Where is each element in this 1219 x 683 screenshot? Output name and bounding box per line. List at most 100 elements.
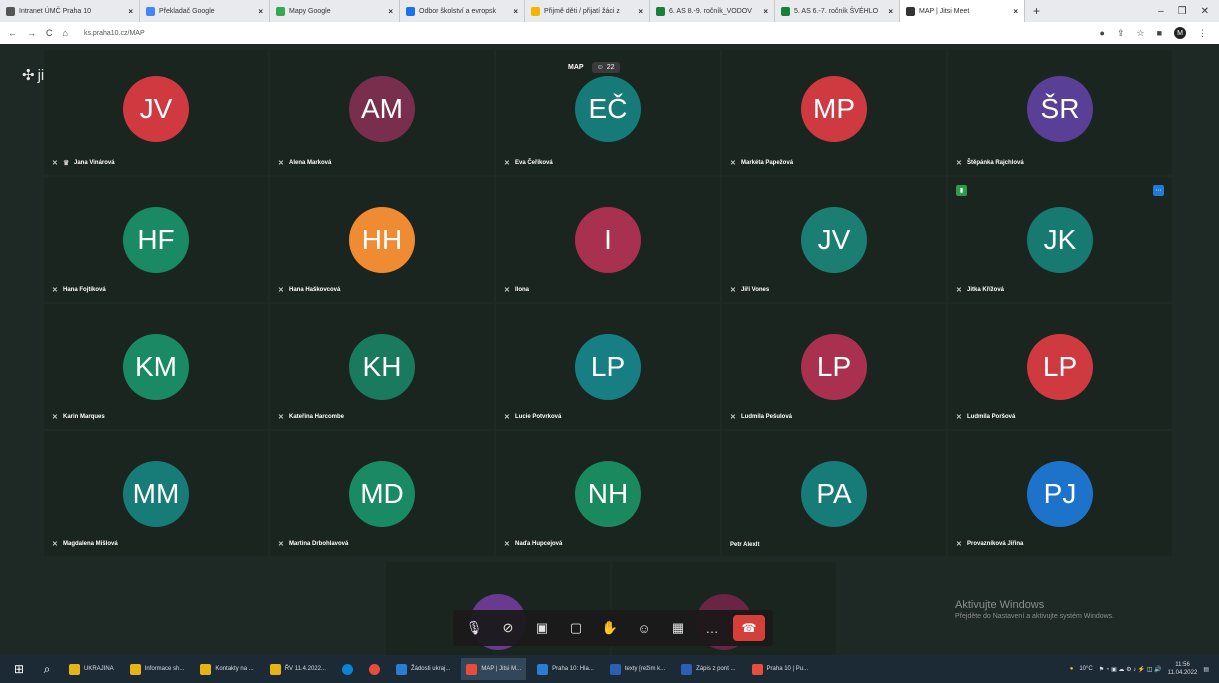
- tab-close-icon[interactable]: ×: [632, 7, 643, 16]
- taskbar-item[interactable]: UKRAJINA: [64, 658, 119, 680]
- record-icon[interactable]: ●: [1100, 28, 1105, 38]
- taskbar-item[interactable]: Informace sh...: [125, 658, 190, 680]
- participant-nameplate: ✕ Hana Fojtíková: [52, 286, 106, 294]
- participant-name: Alena Marková: [289, 160, 332, 166]
- mic-muted-icon: ✕: [504, 287, 510, 294]
- taskbar-item-label: Informace sh...: [144, 666, 185, 672]
- close-window-icon[interactable]: ✕: [1201, 6, 1209, 17]
- taskbar-item[interactable]: Praha 10: Hla...: [532, 658, 599, 680]
- participants-icon: ☺: [637, 620, 651, 636]
- participant-name: Hana Fojtíková: [63, 287, 106, 293]
- participant-tile[interactable]: PJ ✕ Provazníková Jiřina: [948, 431, 1172, 556]
- meeting-stage: ✣ jitsi JV✕♛Jana VinárováAM✕Alena Markov…: [0, 44, 1219, 655]
- tile-view-button[interactable]: ▦: [665, 615, 691, 641]
- participant-nameplate: ✕ Ludmila Poršová: [956, 413, 1015, 421]
- participant-nameplate: ✕ Lucie Potvrková: [504, 413, 561, 421]
- participant-tile[interactable]: JV ✕ Jiří Vones: [722, 177, 946, 302]
- tab-close-icon[interactable]: ×: [757, 7, 768, 16]
- taskbar-item[interactable]: MAP | Jitsi M...: [461, 658, 527, 680]
- participant-tile[interactable]: MP ✕ Markéta Papežová: [722, 50, 946, 175]
- moderator-icon: ♛: [63, 160, 70, 167]
- participant-tile[interactable]: HF ✕ Hana Fojtíková: [44, 177, 268, 302]
- back-icon[interactable]: ←: [8, 28, 17, 38]
- browser-tab[interactable]: Intranet ÚMČ Praha 10 ×: [0, 0, 140, 22]
- profile-avatar[interactable]: M: [1174, 27, 1186, 39]
- browser-tab[interactable]: Přijmě děti / přijatí žáci z ×: [525, 0, 650, 22]
- mic-muted-icon: ✕: [504, 160, 510, 167]
- tile-menu-icon[interactable]: ⋯: [1153, 185, 1164, 196]
- taskbar-item[interactable]: texty [režim k...: [605, 658, 670, 680]
- participants-button[interactable]: ☺: [631, 615, 657, 641]
- screenshare-button[interactable]: ▣: [529, 615, 555, 641]
- taskbar-item[interactable]: Kontakty na ...: [195, 658, 258, 680]
- participant-tile[interactable]: JV ✕ ♛ Jana Vinárová: [44, 50, 268, 175]
- participant-avatar: MM: [123, 461, 189, 527]
- participant-tile[interactable]: KH ✕ Kateřina Harcombe: [270, 304, 494, 429]
- participant-tile[interactable]: MD ✕ Martina Drbohlavová: [270, 431, 494, 556]
- participant-tile[interactable]: NH ✕ Naďa Hupcejová: [496, 431, 720, 556]
- tab-close-icon[interactable]: ×: [252, 7, 263, 16]
- participant-tile[interactable]: LP ✕ Ludmila Poršová: [948, 304, 1172, 429]
- participant-tile[interactable]: LP ✕ Ludmila Pešulová: [722, 304, 946, 429]
- taskbar-item[interactable]: Praha 10 | Pu...: [747, 658, 814, 680]
- browser-tab[interactable]: Mapy Google ×: [270, 0, 400, 22]
- participant-tile[interactable]: MM ✕ Magdalena Mišlová: [44, 431, 268, 556]
- taskbar-item[interactable]: [364, 658, 385, 680]
- tab-close-icon[interactable]: ×: [122, 7, 133, 16]
- search-icon[interactable]: ⌕: [36, 662, 58, 677]
- new-tab-icon[interactable]: +: [1025, 4, 1048, 18]
- chat-button[interactable]: ▢: [563, 615, 589, 641]
- raise-hand-button[interactable]: ✋: [597, 615, 623, 641]
- mic-muted-button[interactable]: 🎙: [461, 615, 487, 641]
- windows-start-icon[interactable]: ⊞: [8, 662, 30, 676]
- hangup-button[interactable]: ☎: [733, 615, 765, 641]
- tab-title: Intranet ÚMČ Praha 10: [19, 7, 91, 15]
- browser-tab[interactable]: Odbor školství a evropsk ×: [400, 0, 525, 22]
- tab-favicon-icon: [781, 6, 790, 16]
- weather-icon[interactable]: ●: [1070, 666, 1074, 672]
- extensions-icon[interactable]: ■: [1157, 28, 1162, 38]
- participant-nameplate: Petr Alexlt: [730, 542, 759, 548]
- taskbar-clock[interactable]: 11:56 11.04.2022: [1168, 661, 1198, 677]
- tab-close-icon[interactable]: ×: [1007, 7, 1018, 16]
- reload-icon[interactable]: C: [46, 28, 53, 38]
- participant-tile[interactable]: AM ✕ Alena Marková: [270, 50, 494, 175]
- participant-tile[interactable]: HH ✕ Hana Haškovcová: [270, 177, 494, 302]
- browser-tab[interactable]: 5. AS 6.-7. ročník ŠVÉHLO ×: [775, 0, 900, 22]
- taskbar-item[interactable]: Žádosti ukraj...: [391, 658, 455, 680]
- participant-tile[interactable]: KM ✕ Karin Marques: [44, 304, 268, 429]
- tray-icons[interactable]: ⚑ ◔ ▣ ☁ ⚙ ♪ ⚡ ◫ 🔊: [1099, 666, 1162, 673]
- participant-tile[interactable]: JK ▮ ⋯ ✕ Jitka Křížová: [948, 177, 1172, 302]
- browser-tab[interactable]: MAP | Jitsi Meet ×: [900, 0, 1025, 22]
- participant-avatar: JV: [123, 76, 189, 142]
- participant-tile[interactable]: ŠR ✕ Štěpánka Rajchlová: [948, 50, 1172, 175]
- participant-tile[interactable]: I ✕ Ilona: [496, 177, 720, 302]
- participant-tile[interactable]: LP ✕ Lucie Potvrková: [496, 304, 720, 429]
- tab-close-icon[interactable]: ×: [882, 7, 893, 16]
- mic-muted-icon: ✕: [956, 541, 962, 548]
- more-button[interactable]: …: [699, 615, 725, 641]
- bookmark-star-icon[interactable]: ☆: [1136, 28, 1144, 39]
- taskbar-item[interactable]: ŘV 11.4.2022...: [265, 658, 331, 680]
- minimize-icon[interactable]: –: [1158, 6, 1164, 17]
- participant-count-badge[interactable]: ☺ 22: [591, 62, 620, 73]
- connection-signal-icon[interactable]: ▮: [956, 185, 967, 196]
- taskbar-item[interactable]: [337, 658, 358, 680]
- people-icon: ☺: [596, 64, 604, 71]
- forward-icon[interactable]: →: [27, 28, 36, 38]
- share-icon[interactable]: ⇪: [1117, 28, 1125, 39]
- participant-tile[interactable]: PA Petr Alexlt: [722, 431, 946, 556]
- url-field[interactable]: ks.praha10.cz/MAP: [84, 30, 145, 37]
- tab-close-icon[interactable]: ×: [382, 7, 393, 16]
- browser-tab[interactable]: 6. AS 8.-9. ročník_VODOV ×: [650, 0, 775, 22]
- browser-tab[interactable]: Překladač Google ×: [140, 0, 270, 22]
- restore-icon[interactable]: ❐: [1178, 6, 1187, 17]
- menu-dots-icon[interactable]: ⋮: [1198, 28, 1207, 39]
- taskbar-item[interactable]: Zápis z pont ...: [676, 658, 740, 680]
- notifications-icon[interactable]: ▤: [1203, 666, 1209, 673]
- camera-off-button[interactable]: ⊘: [495, 615, 521, 641]
- taskbar-item-label: MAP | Jitsi M...: [481, 666, 522, 672]
- home-icon[interactable]: ⌂: [63, 28, 68, 38]
- tab-close-icon[interactable]: ×: [507, 7, 518, 16]
- jitsi-logo-icon: ✣: [22, 67, 35, 84]
